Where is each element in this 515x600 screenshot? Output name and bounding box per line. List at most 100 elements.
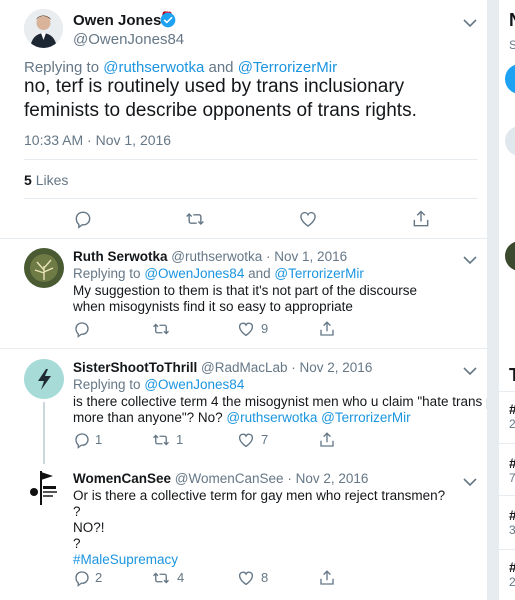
reply-text: My suggestion to them is that it's not p… xyxy=(73,283,417,314)
replying-to: Replying to @OwenJones84 and @Terrorizer… xyxy=(73,266,364,281)
trends-title: T xyxy=(509,365,515,385)
chevron-down-icon[interactable] xyxy=(463,363,477,376)
trend-sub: 7 xyxy=(509,471,515,485)
share-icon[interactable] xyxy=(318,431,336,449)
reply-date[interactable]: · Nov 1, 2016 xyxy=(266,249,347,264)
tweet-timestamp[interactable]: 10:33 AM · Nov 1, 2016 xyxy=(24,132,171,148)
mention-ruthserwotka[interactable]: @ruthserwotka xyxy=(103,59,204,76)
divider xyxy=(0,238,487,239)
mention-terrorizermir[interactable]: @TerrorizerMir xyxy=(274,266,363,281)
trends-panel: T # 2 # 7 # 3 # 2 xyxy=(499,359,515,600)
avatar[interactable] xyxy=(24,9,63,48)
panel-subtitle: S xyxy=(509,38,515,52)
retweet-count: 1 xyxy=(176,432,184,447)
reply-text-line-1: Or is there a collective term for gay me… xyxy=(73,488,446,503)
likes-label: Likes xyxy=(35,172,69,188)
divider xyxy=(0,348,487,349)
trend-tag[interactable]: # xyxy=(509,507,515,523)
reply-date[interactable]: · Nov 2, 2016 xyxy=(287,471,368,486)
divider xyxy=(499,495,515,496)
replying-prefix: Replying to xyxy=(73,377,141,392)
scrollbar[interactable] xyxy=(487,0,499,600)
divider xyxy=(499,549,515,550)
avatar[interactable] xyxy=(505,126,515,156)
retweet-icon[interactable] xyxy=(185,209,205,229)
heart-icon[interactable] xyxy=(237,320,255,338)
share-icon[interactable] xyxy=(318,320,336,338)
author-name[interactable]: Ruth Serwotka xyxy=(73,249,168,264)
tweet-text: no, terf is routinely used by trans incl… xyxy=(24,76,417,121)
trend-sub: 2 xyxy=(509,417,515,431)
author-name[interactable]: Owen Jones xyxy=(73,12,161,29)
trend-sub: 3 xyxy=(509,523,515,537)
replying-to: Replying to @OwenJones84 xyxy=(73,377,244,392)
mention-terrorizermir[interactable]: @TerrorizerMir xyxy=(238,59,337,76)
likes-count: 5 xyxy=(24,172,32,188)
heart-icon[interactable] xyxy=(237,569,255,587)
trend-tag[interactable]: # xyxy=(509,455,515,471)
retweet-icon[interactable] xyxy=(152,431,170,449)
heart-icon[interactable] xyxy=(237,431,255,449)
news-panel: N S xyxy=(499,0,515,103)
reply-header: Ruth Serwotka @ruthserwotka · Nov 1, 201… xyxy=(73,249,347,264)
retweet-icon[interactable] xyxy=(152,569,170,587)
hashtag-link[interactable]: #MaleSupremacy xyxy=(73,552,178,567)
chevron-down-icon[interactable] xyxy=(463,15,477,28)
share-icon[interactable] xyxy=(318,569,336,587)
heart-icon[interactable] xyxy=(298,209,318,229)
author-handle[interactable]: @WomenCanSee xyxy=(175,471,284,486)
author-handle[interactable]: @RadMacLab xyxy=(201,360,288,375)
reply-icon[interactable] xyxy=(73,431,91,449)
like-count: 8 xyxy=(261,570,269,585)
reply-count: 2 xyxy=(95,570,103,585)
mention-owenjones84[interactable]: @OwenJones84 xyxy=(144,266,244,281)
reply-text-line-2: ? xyxy=(73,504,81,519)
panel-title: N xyxy=(509,10,515,31)
replying-and: and xyxy=(208,59,234,76)
trend-sub: 2 xyxy=(509,575,515,589)
share-icon[interactable] xyxy=(411,209,431,229)
author-name[interactable]: WomenCanSee xyxy=(73,471,171,486)
chevron-down-icon[interactable] xyxy=(463,474,477,487)
replying-to: Replying to @ruthserwotka and @Terrorize… xyxy=(24,59,337,76)
divider xyxy=(24,159,478,160)
avatar[interactable] xyxy=(505,64,515,94)
reply-date[interactable]: · Nov 2, 2016 xyxy=(291,360,372,375)
reply-icon[interactable] xyxy=(73,209,93,229)
retweet-count: 4 xyxy=(177,570,185,585)
reply-header: SisterShootToThrill @RadMacLab · Nov 2, … xyxy=(73,360,372,375)
right-sidebar: N S T # 2 # 7 # 3 # 2 xyxy=(499,0,515,600)
mention-owenjones84[interactable]: @OwenJones84 xyxy=(144,377,244,392)
avatar[interactable] xyxy=(24,359,64,399)
replying-prefix: Replying to xyxy=(73,266,141,281)
reply-header: WomenCanSee @WomenCanSee · Nov 2, 2016 xyxy=(73,471,368,486)
trend-tag[interactable]: # xyxy=(509,559,515,575)
reply-icon[interactable] xyxy=(73,569,91,587)
author-name[interactable]: SisterShootToThrill xyxy=(73,360,197,375)
like-count: 9 xyxy=(261,321,269,336)
thread-connector xyxy=(43,402,45,464)
mention-ruthserwotka[interactable]: @ruthserwotka xyxy=(226,410,317,425)
divider xyxy=(499,443,515,444)
chevron-down-icon[interactable] xyxy=(463,252,477,265)
who-to-follow-panel xyxy=(499,111,515,351)
retweet-icon[interactable] xyxy=(152,320,170,338)
reply-text-line-4: ? xyxy=(73,536,81,551)
like-count: 7 xyxy=(261,432,269,447)
avatar[interactable] xyxy=(24,248,64,288)
mention-terrorizermir[interactable]: @TerrorizerMir xyxy=(321,410,410,425)
author-handle[interactable]: @OwenJones84 xyxy=(73,31,184,48)
likes-stat[interactable]: 5 Likes xyxy=(24,172,68,188)
avatar[interactable] xyxy=(505,241,515,271)
avatar[interactable] xyxy=(24,468,64,508)
verified-badge-icon xyxy=(160,12,176,33)
reply-text-line-1: is there collective term 4 the misogynis… xyxy=(73,394,504,409)
reply-text-line-3: NO?! xyxy=(73,520,105,535)
reply-icon[interactable] xyxy=(73,320,91,338)
trend-tag[interactable]: # xyxy=(509,401,515,417)
divider xyxy=(24,198,478,199)
reply-text: more than anyone"? No? xyxy=(73,410,223,425)
reply-text-line-2: more than anyone"? No? @ruthserwotka @Te… xyxy=(73,410,411,425)
author-handle[interactable]: @ruthserwotka xyxy=(171,249,262,264)
replying-prefix: Replying to xyxy=(24,59,100,76)
